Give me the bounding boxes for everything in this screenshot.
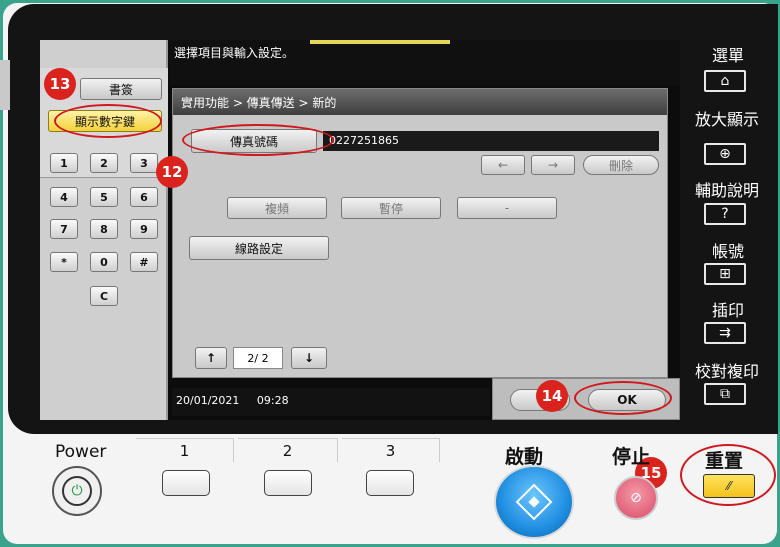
key-4[interactable]: 4 [50,187,78,207]
start-button[interactable] [494,465,574,539]
highlight-ring-keypad [54,104,162,138]
stop-icon: ⊘ [630,490,642,506]
callout-14: 14 [536,380,568,412]
status-time: 09:28 [256,394,289,407]
account-label: 帳號 [711,242,744,261]
bookmark-button[interactable]: 書簽 [80,78,162,100]
status-bar: 20/01/2021 09:28 [172,388,490,416]
key-2[interactable]: 2 [90,153,118,173]
stop-label: 停止 [612,446,651,468]
hw-button-1[interactable] [162,470,210,496]
reset-button[interactable]: ⁄⁄ [703,474,755,498]
proof-copy-label: 校對複印 [694,362,759,381]
key-7[interactable]: 7 [50,219,78,239]
zoom-icon[interactable]: ⊕ [704,143,746,165]
reset-label: 重置 [705,450,744,472]
pause-button[interactable]: 暫停 [341,197,441,219]
home-icon[interactable]: ⌂ [704,70,746,92]
key-9[interactable]: 9 [130,219,158,239]
help-label: 輔助說明 [694,181,759,200]
callout-12: 12 [156,156,188,188]
key-1[interactable]: 1 [50,153,78,173]
stop-button[interactable]: ⊘ [614,476,658,520]
account-icon[interactable]: ⊞ [704,263,746,285]
delete-button[interactable]: 刪除 [583,155,659,175]
key-clear[interactable]: C [90,286,118,306]
page-up-button[interactable]: ↑ [195,347,227,369]
page-indicator: 2/ 2 [233,347,283,369]
highlight-ring-fax-number [182,124,334,156]
key-star[interactable]: * [50,252,78,272]
interrupt-label: 插印 [711,301,744,320]
highlight-ring-ok [574,381,672,415]
line-settings-button[interactable]: 線路設定 [189,236,329,260]
bezel-edge [0,60,10,110]
help-icon[interactable]: ? [704,203,746,225]
key-0[interactable]: 0 [90,252,118,272]
key-hash[interactable]: # [130,252,158,272]
hw-label-2: 2 [238,438,338,462]
key-5[interactable]: 5 [90,187,118,207]
copy-button[interactable]: 複頻 [227,197,327,219]
power-icon: ⏻ [62,476,92,506]
hw-button-3[interactable] [366,470,414,496]
zoom-label: 放大顯示 [694,110,759,129]
page-down-button[interactable]: ↓ [291,347,327,369]
key-6[interactable]: 6 [130,187,158,207]
hw-button-2[interactable] [264,470,312,496]
power-button[interactable]: ⏻ [52,466,102,516]
dash-button[interactable]: - [457,197,557,219]
instruction-text: 選擇項目與輸入設定。 [174,46,295,60]
power-label: Power [55,442,107,462]
fax-number-field[interactable]: 0227251865 [323,131,659,151]
forward-arrow-button[interactable]: → [531,155,575,175]
back-arrow-button[interactable]: ← [481,155,525,175]
menu-label: 選單 [711,46,744,65]
breadcrumb: 實用功能 > 傳真傳送 > 新的 [173,89,667,115]
start-icon [515,483,553,521]
key-8[interactable]: 8 [90,219,118,239]
hw-label-3: 3 [342,438,440,462]
hw-label-1: 1 [136,438,234,462]
scroll-indicator [310,40,450,44]
callout-13: 13 [44,68,76,100]
interrupt-icon[interactable]: ⇉ [704,322,746,344]
proof-copy-icon[interactable]: ⧉ [704,383,746,405]
right-menu: 選單 ⌂ 放大顯示 ⊕ 輔助說明 ? 帳號 ⊞ 插印 ⇉ 校對複印 ⧉ [682,40,774,410]
status-date: 20/01/2021 [176,394,240,407]
reset-icon: ⁄⁄ [726,479,731,493]
key-3[interactable]: 3 [130,153,158,173]
instruction-bar: 選擇項目與輸入設定。 [170,40,680,85]
